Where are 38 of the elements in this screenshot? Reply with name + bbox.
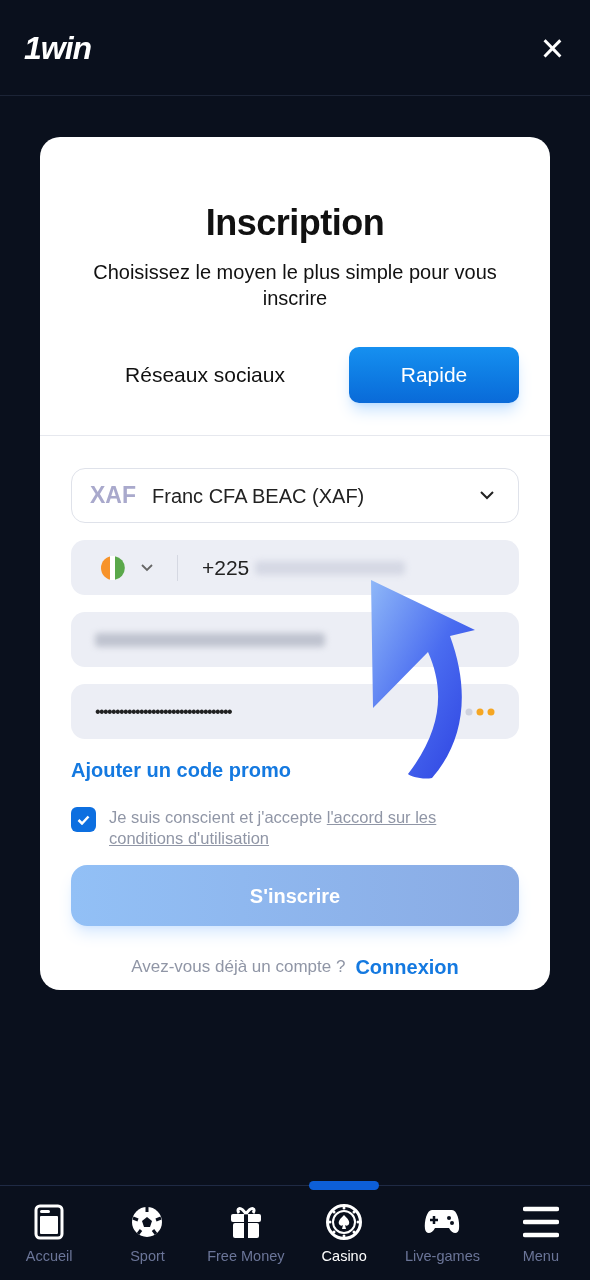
nav-tab[interactable]: Sport <box>130 1186 165 1280</box>
nav-tab[interactable]: Free Money <box>207 1186 285 1280</box>
modal-title: Inscription <box>205 201 385 245</box>
currency-code: XAF <box>90 481 136 511</box>
nav-tab[interactable]: Live-games <box>405 1186 480 1280</box>
terms-text: Je suis conscient et j'accepte l'accord sur les conditions d'utilisation <box>109 807 438 849</box>
loading-dots-icon <box>465 707 495 716</box>
chevron-down-icon <box>480 491 494 500</box>
currency-name: Franc CFA BEAC (XAF) <box>152 483 365 509</box>
soccer-ball-icon <box>131 1206 164 1238</box>
nav-tab[interactable]: Accueil <box>25 1186 73 1280</box>
currency-select[interactable]: XAF Franc CFA BEAC (XAF) <box>71 468 519 523</box>
terms-link[interactable]: conditions d'utilisation <box>109 829 269 847</box>
logo[interactable]: 1win <box>24 23 92 72</box>
promo-code-link[interactable]: Ajouter un code promo <box>71 759 291 781</box>
flag-icon <box>101 555 125 580</box>
terms-link[interactable]: l'accord sur les <box>326 808 437 826</box>
home-icon <box>34 1204 65 1240</box>
phone-field[interactable]: +225 <box>71 540 519 595</box>
phone-prefix: +225 <box>202 554 250 581</box>
password-value: •••••••••••••••••••••••••••••••••• <box>95 701 232 722</box>
nav-tab[interactable]: Menu <box>522 1186 559 1280</box>
login-link[interactable]: Connexion <box>355 952 459 982</box>
nav-tab[interactable]: Casino <box>321 1186 367 1280</box>
poker-chip-icon <box>326 1204 363 1240</box>
tab[interactable]: Rapide <box>349 347 519 403</box>
terms-checkbox[interactable] <box>71 807 96 832</box>
chevron-down-icon <box>141 563 153 572</box>
gamepad-icon <box>424 1209 461 1235</box>
modal-subtitle: Choisissez le moyen le plus simple pour vous inscrire <box>92 260 498 311</box>
gift-icon <box>229 1205 262 1239</box>
password-field[interactable]: •••••••••••••••••••••••••••••••••• <box>71 684 519 739</box>
login-prompt: Avez-vous déjà un compte ? <box>131 956 346 979</box>
menu-icon <box>522 1206 559 1238</box>
tab[interactable]: Réseaux sociaux <box>110 347 300 403</box>
check-icon <box>77 814 90 825</box>
close-button[interactable]: × <box>540 27 564 68</box>
active-indicator <box>309 1181 380 1190</box>
